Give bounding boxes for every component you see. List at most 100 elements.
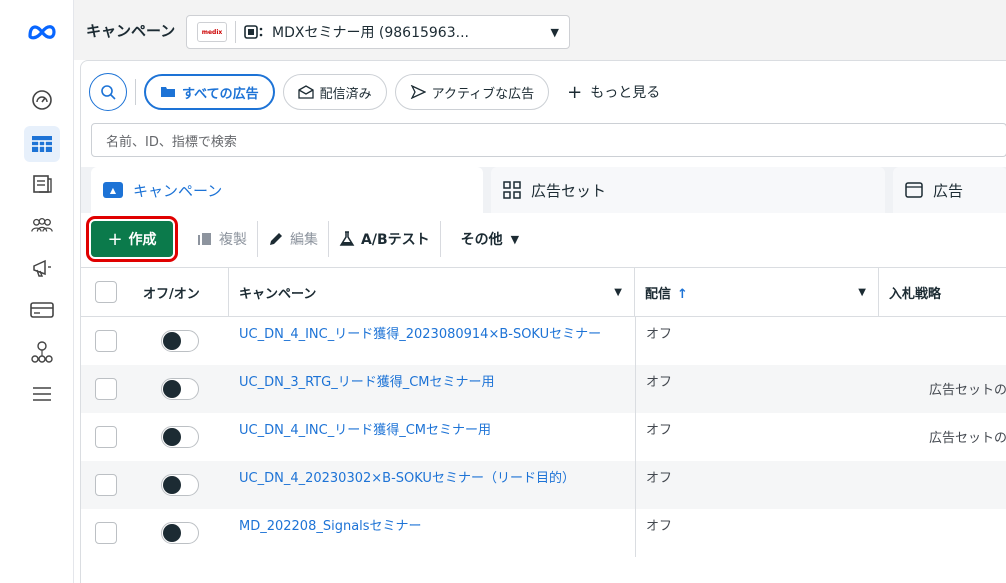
grid-icon [503,181,521,199]
filter-delivered-label: 配信済み [319,86,372,102]
tab-ad-sets[interactable]: 広告セット [491,167,885,213]
search-input[interactable]: 名前、ID、指標で検索 [91,123,1006,157]
billing-card-icon[interactable] [30,298,54,322]
campaign-toggle[interactable] [161,330,199,352]
column-label: オフ/オン [143,286,200,302]
business-settings-network-icon[interactable] [30,340,54,364]
select-all-checkbox[interactable] [95,281,117,303]
filter-all-ads-label: すべての広告 [182,86,259,102]
chevron-down-icon[interactable]: ▼ [614,287,622,298]
row-checkbox[interactable] [95,378,117,400]
campaign-name-link[interactable]: MD_202208_Signalsセミナー [239,515,422,534]
plus-icon: + [567,81,583,103]
duplicate-button[interactable]: 複製 [187,221,257,257]
edit-button[interactable]: 編集 [258,221,328,257]
chevron-down-icon[interactable]: ▼ [858,287,866,298]
row-checkbox[interactable] [95,474,117,496]
bid-strategy-cell: 広告セットの [879,365,1006,413]
toggle-knob [163,476,181,494]
plus-icon: + [107,228,123,250]
toggle-knob [163,380,181,398]
menu-hamburger-icon[interactable] [30,382,54,406]
toggle-knob [163,332,181,350]
create-button-label: 作成 [128,232,157,248]
ab-test-button[interactable]: A/Bテスト [329,221,440,257]
tab-campaigns[interactable]: ▲ キャンペーン [91,167,483,213]
ad-window-icon [905,182,923,198]
tab-ads[interactable]: 広告 [893,167,1006,213]
campaigns-table: オフ/オン キャンペーン ▼ 配信 ↑ ▼ 入札戦略 UC_DN_4_INC_リード獲… [81,267,1006,557]
advertising-megaphone-icon[interactable] [30,256,54,280]
campaign-flag-icon: ▲ [103,182,123,198]
tab-ad-sets-label: 広告セット [531,181,607,200]
campaign-toggle[interactable] [161,522,199,544]
account-logo-badge: medix [197,22,227,42]
chevron-down-icon: ▼ [550,25,559,39]
toggle-cell [131,461,229,509]
table-row[interactable]: UC_DN_4_20230302×B-SOKUセミナー（リード目的） オフ [81,461,1006,509]
campaign-name-cell: UC_DN_4_INC_リード獲得_CMセミナー用 [229,413,635,461]
more-actions-label: その他 [460,232,503,248]
filter-divider [135,79,136,105]
play-icon [410,85,426,99]
create-button[interactable]: + 作成 [86,216,178,262]
campaign-name-link[interactable]: UC_DN_4_20230302×B-SOKUセミナー（リード目的） [239,467,575,486]
campaign-name-link[interactable]: UC_DN_4_INC_リード獲得_CMセミナー用 [239,419,491,438]
campaign-name-cell: UC_DN_3_RTG_リード獲得_CMセミナー用 [229,365,635,413]
filter-delivered[interactable]: 配信済み [282,74,387,110]
dashboard-gauge-icon[interactable] [30,88,54,112]
bid-strategy-value: 広告セットの [928,431,1006,446]
campaign-toggle[interactable] [161,474,199,496]
campaign-name-link[interactable]: UC_DN_4_INC_リード獲得_2023080914×B-SOKUセミナー [239,323,601,342]
bid-strategy-cell [879,461,1006,509]
action-toolbar: + 作成 複製 編集 A/Bテスト その他 ▼ [81,213,1006,265]
filter-active-ads[interactable]: アクティブな広告 [394,74,550,110]
left-nav-rail [0,0,74,583]
search-toggle-button[interactable] [89,73,127,111]
delivery-status: オフ [646,327,673,342]
row-checkbox[interactable] [95,330,117,352]
duplicate-label: 複製 [219,232,247,248]
toggle-cell [131,365,229,413]
table-row[interactable]: MD_202208_Signalsセミナー オフ [81,509,1006,557]
duplicate-icon [197,231,213,247]
pencil-icon [268,231,284,247]
row-checkbox[interactable] [95,426,117,448]
ad-account-name: MDXセミナー用 (98615963... [272,25,469,41]
campaign-name-link[interactable]: UC_DN_3_RTG_リード獲得_CMセミナー用 [239,371,495,390]
bid-strategy-cell [879,509,1006,557]
campaign-name-cell: UC_DN_4_20230302×B-SOKUセミナー（リード目的） [229,461,635,509]
account-divider [235,21,236,43]
toolbar-divider [439,221,441,257]
meta-logo-icon[interactable] [26,20,58,44]
tab-campaigns-label: キャンペーン [133,181,223,200]
column-header-campaign[interactable]: キャンペーン ▼ [229,268,635,316]
campaign-name-cell: UC_DN_4_INC_リード獲得_2023080914×B-SOKUセミナー [229,317,635,365]
ad-account-selector[interactable]: medix MDXセミナー用 (98615963... ▼ [186,15,570,49]
toggle-cell [131,509,229,557]
more-actions-dropdown[interactable]: その他 ▼ [451,221,529,257]
campaigns-table-icon[interactable] [24,126,60,162]
column-header-delivery[interactable]: 配信 ↑ ▼ [635,268,879,316]
tab-ads-label: 広告 [933,181,964,200]
row-checkbox-cell [81,413,131,461]
table-row[interactable]: UC_DN_3_RTG_リード獲得_CMセミナー用 オフ 広告セットの [81,365,1006,413]
reports-document-icon[interactable] [30,172,54,196]
delivery-status: オフ [646,375,673,390]
table-row[interactable]: UC_DN_4_INC_リード獲得_2023080914×B-SOKUセミナー … [81,317,1006,365]
ad-account-icon [244,25,263,39]
campaign-toggle[interactable] [161,378,199,400]
column-label: 配信 [645,286,672,302]
filter-all-ads[interactable]: すべての広告 [144,74,275,110]
row-checkbox-cell [81,509,131,557]
row-checkbox[interactable] [95,522,117,544]
delivery-status: オフ [646,423,673,438]
column-header-on-off[interactable]: オフ/オン [131,268,229,316]
more-filters-button[interactable]: + もっと見る [567,82,660,103]
chevron-down-icon: ▼ [510,232,520,246]
audiences-people-icon[interactable] [30,214,54,238]
table-row[interactable]: UC_DN_4_INC_リード獲得_CMセミナー用 オフ 広告セットの [81,413,1006,461]
campaign-toggle[interactable] [161,426,199,448]
column-header-bid-strategy[interactable]: 入札戦略 [879,268,1006,316]
ab-test-label: A/Bテスト [361,232,430,248]
